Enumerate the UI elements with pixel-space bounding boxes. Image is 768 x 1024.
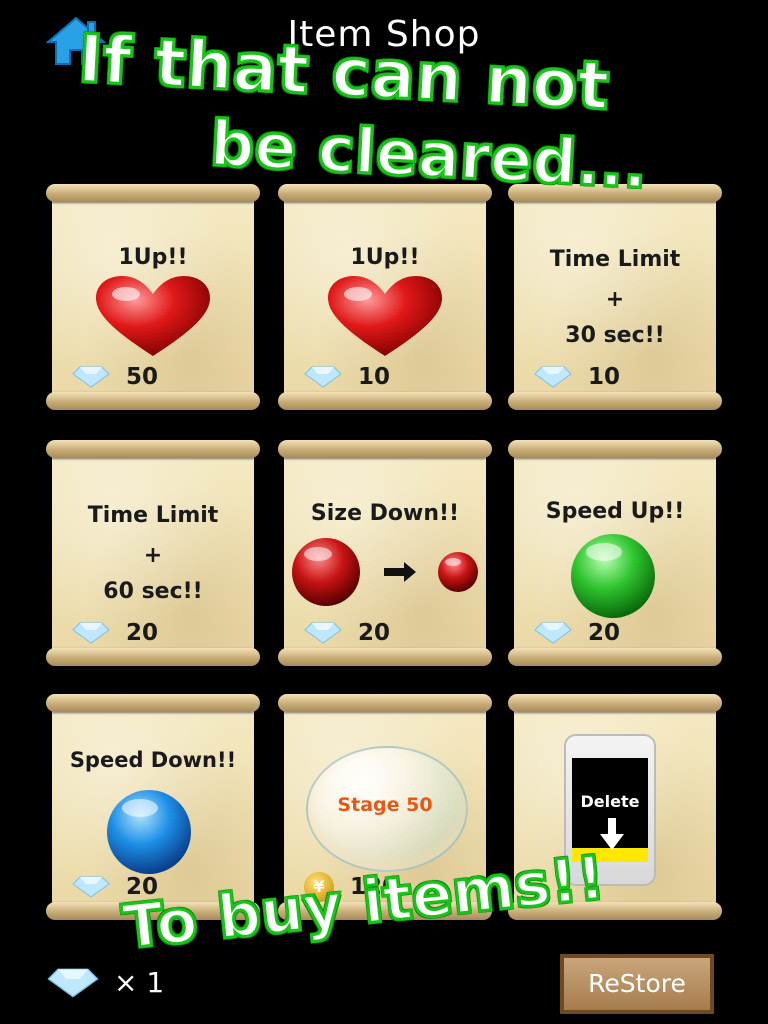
gem-count-value: × 1 [114, 966, 165, 999]
price-value: 10 [588, 364, 621, 390]
item-price: 50 [72, 362, 158, 392]
item-price: 10 [304, 362, 390, 392]
diamond-icon [47, 968, 99, 997]
item-label-bonus: 30 sec!! [565, 323, 665, 348]
bubble-text: Stage 50 [337, 794, 433, 816]
gem-count: × 1 [46, 966, 164, 999]
arrow-down-icon [600, 818, 624, 850]
shop-item-1up-10[interactable]: 1Up!! 10 [278, 184, 492, 410]
size-down-icon [292, 538, 478, 606]
item-label: Size Down!! [310, 501, 460, 526]
diamond-icon [304, 366, 342, 388]
shop-item-1up-50[interactable]: 1Up!! 50 [46, 184, 260, 410]
shop-item-time-30[interactable]: Time Limit + 30 sec!! 10 [508, 184, 722, 410]
item-price: 10 [534, 362, 620, 392]
shop-item-time-60[interactable]: Time Limit + 60 sec!! 20 [46, 440, 260, 666]
item-label: 1Up!! [118, 245, 188, 270]
heart-icon [96, 276, 210, 356]
diamond-icon [72, 366, 110, 388]
item-price: 20 [534, 618, 620, 648]
green-ball-icon [571, 534, 655, 618]
price-value: 50 [126, 364, 159, 390]
diamond-icon [534, 366, 572, 388]
shop-item-size-down[interactable]: Size Down!! 20 [278, 440, 492, 666]
item-label: Time Limit [87, 503, 219, 528]
heart-icon [328, 276, 442, 356]
shop-item-speed-up[interactable]: Speed Up!! 20 [508, 440, 722, 666]
phone-delete-text: Delete [580, 792, 640, 811]
item-label: Time Limit [549, 247, 681, 272]
price-value: 20 [126, 620, 159, 646]
item-label-bonus: 60 sec!! [103, 579, 203, 604]
price-value: 20 [588, 620, 621, 646]
restore-button[interactable]: ReStore [560, 954, 714, 1014]
diamond-icon [534, 622, 572, 644]
item-label-plus: + [605, 287, 625, 312]
diamond-icon [72, 622, 110, 644]
item-label: Speed Down!! [69, 748, 237, 772]
item-label-plus: + [143, 543, 163, 568]
item-price: 20 [304, 618, 390, 648]
item-label: 1Up!! [350, 245, 420, 270]
price-value: 20 [358, 620, 391, 646]
item-price: 20 [72, 618, 158, 648]
diamond-icon [304, 622, 342, 644]
item-label: Speed Up!! [545, 499, 685, 524]
diamond-icon [72, 876, 110, 898]
price-value: 10 [358, 364, 391, 390]
blue-ball-icon [107, 790, 191, 874]
